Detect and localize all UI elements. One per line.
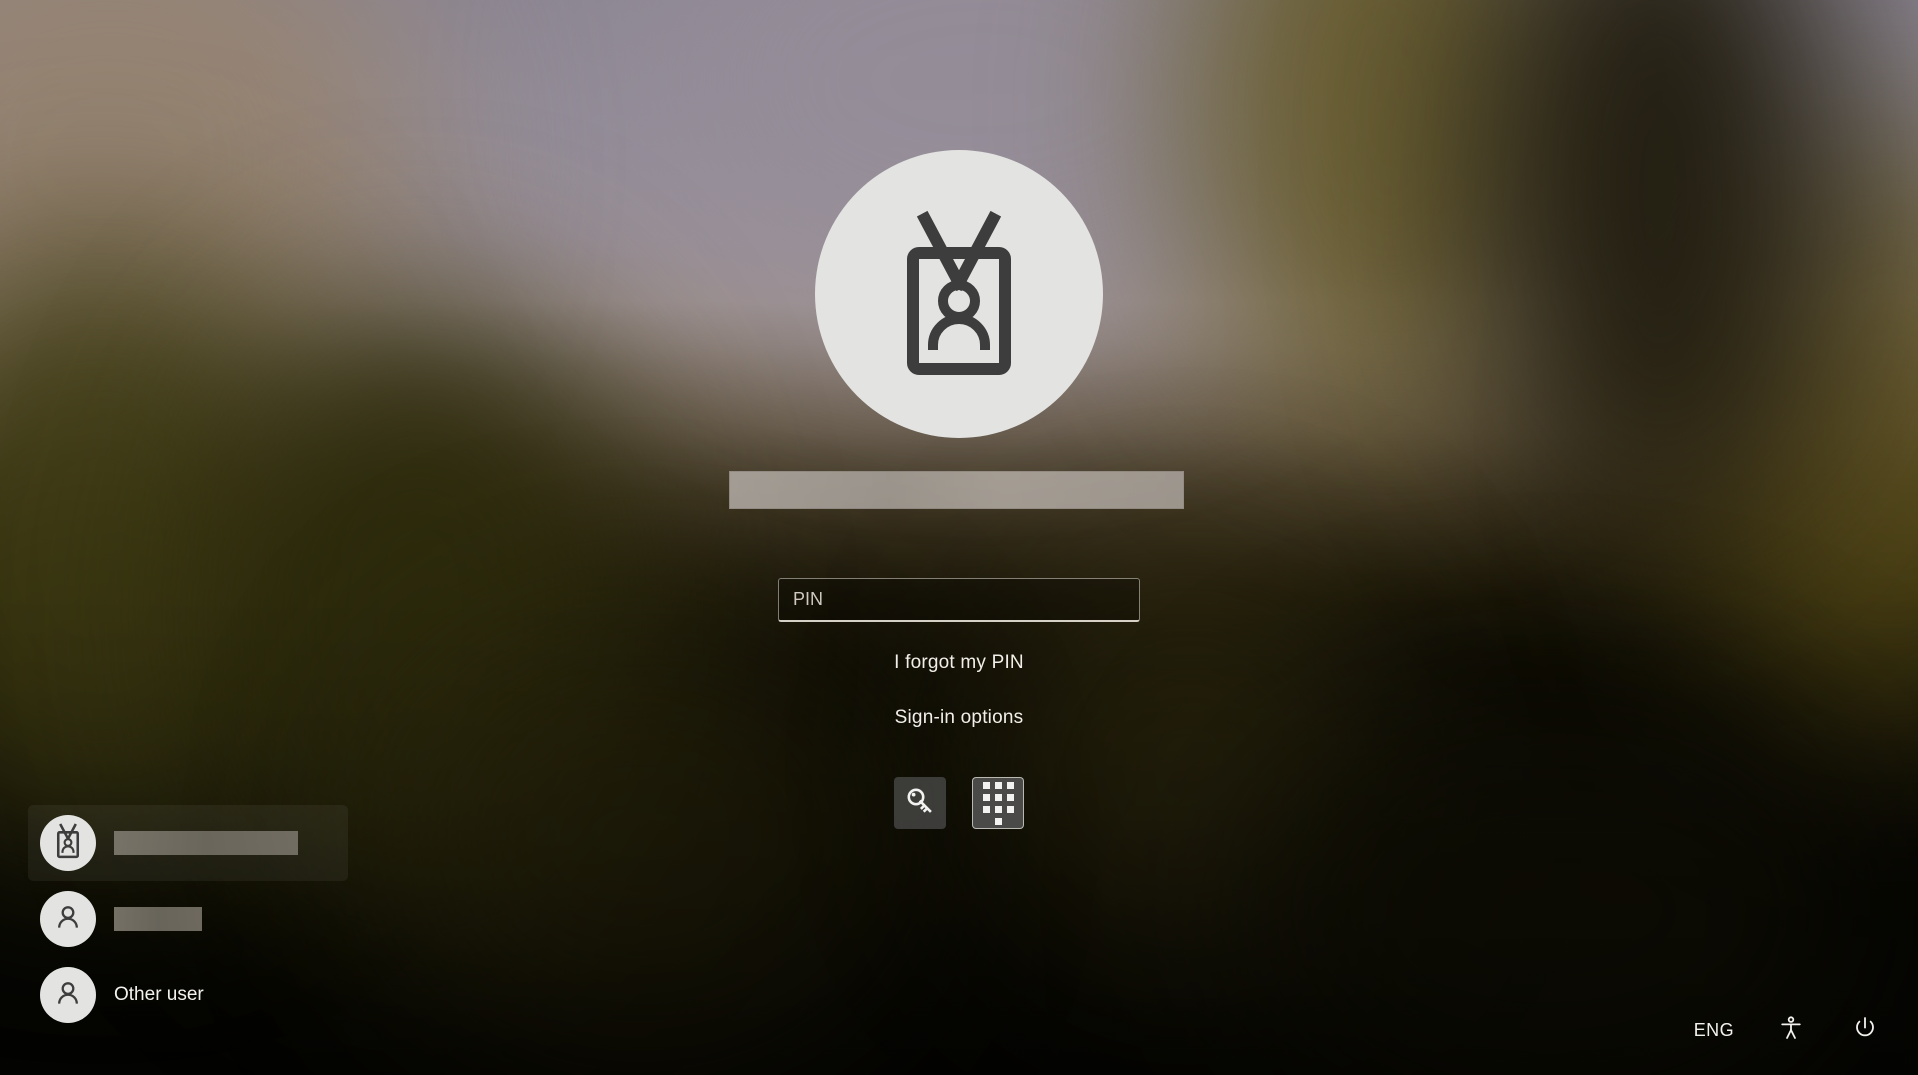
id-badge-icon <box>889 209 1029 379</box>
ease-of-access-icon <box>1778 1015 1804 1046</box>
pin-input[interactable]: PIN <box>778 578 1140 622</box>
signin-options-link[interactable]: Sign-in options <box>895 707 1024 729</box>
key-icon <box>905 786 935 821</box>
user-list-item-other-user[interactable]: Other user <box>28 957 388 1033</box>
signin-options-row <box>894 777 1024 829</box>
lock-screen: PIN I forgot my PIN Sign-in options Othe… <box>0 0 1918 1075</box>
user-list-item[interactable] <box>28 881 388 957</box>
user-avatar-large <box>815 150 1103 438</box>
user-name: Other user <box>114 984 204 1005</box>
power-button[interactable] <box>1848 1013 1882 1047</box>
username-display <box>729 470 1189 526</box>
person-icon <box>53 978 83 1013</box>
user-name-slot: Other user <box>114 980 204 1010</box>
forgot-pin-link[interactable]: I forgot my PIN <box>894 652 1024 674</box>
ease-of-access-button[interactable] <box>1774 1013 1808 1047</box>
user-avatar-small <box>40 967 96 1023</box>
user-name-redaction-block <box>114 907 202 931</box>
user-name-redaction-block <box>114 831 298 855</box>
pin-input-placeholder: PIN <box>793 589 824 609</box>
signin-panel: PIN I forgot my PIN Sign-in options <box>649 150 1269 829</box>
user-avatar-small <box>40 891 96 947</box>
language-indicator[interactable]: ENG <box>1694 1020 1734 1041</box>
pin-signin-option-button[interactable] <box>972 777 1024 829</box>
person-icon <box>53 902 83 937</box>
user-list-item-selected[interactable] <box>28 805 348 881</box>
user-list: Other user <box>28 805 388 1033</box>
keypad-icon <box>982 781 1014 825</box>
system-tray: ENG <box>1694 1013 1882 1047</box>
username-redaction-block <box>729 471 1184 509</box>
password-signin-option-button[interactable] <box>894 777 946 829</box>
id-badge-icon <box>53 822 83 864</box>
power-icon <box>1852 1015 1878 1046</box>
user-avatar-small <box>40 815 96 871</box>
